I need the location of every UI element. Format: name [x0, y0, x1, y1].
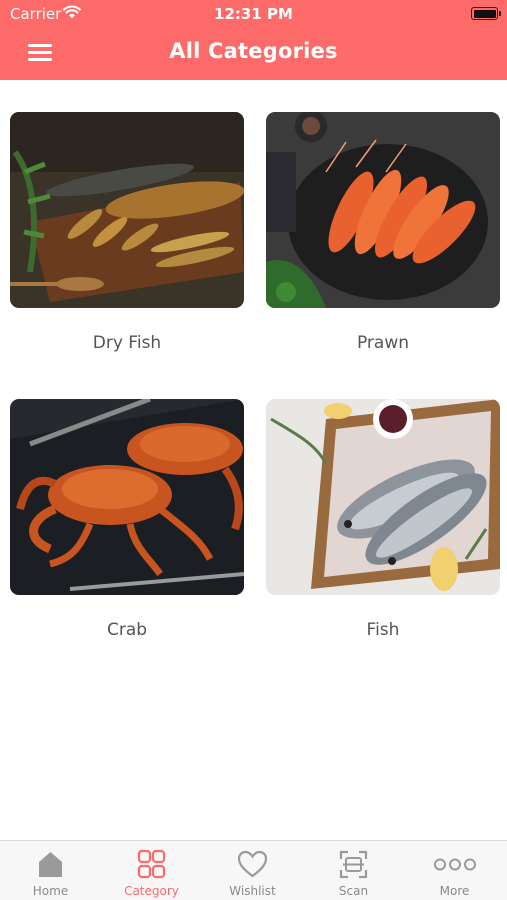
tab-home[interactable]: Home — [0, 841, 101, 900]
category-label: Crab — [106, 620, 148, 640]
nav-bar: All Categories — [0, 28, 507, 80]
bottom-tab-bar: Home Category Wishlist Scan More — [0, 840, 507, 900]
tab-label: Category — [124, 884, 179, 898]
category-card-dry-fish[interactable]: Dry Fish — [10, 112, 244, 362]
home-icon — [35, 849, 66, 880]
prawn-photo — [266, 112, 500, 308]
more-dots-icon — [432, 849, 478, 880]
status-time: 12:31 PM — [214, 5, 293, 23]
category-label: Fish — [366, 620, 400, 640]
tab-category[interactable]: Category — [101, 841, 202, 900]
dry-fish-photo — [10, 112, 244, 308]
battery-icon — [471, 7, 501, 20]
tab-wishlist[interactable]: Wishlist — [202, 841, 303, 900]
app-header: Carrier 12:31 PM All Categories — [0, 0, 507, 80]
fish-photo — [266, 399, 500, 595]
scan-icon — [338, 849, 369, 880]
category-card-fish[interactable]: Fish — [266, 399, 500, 649]
tab-label: More — [439, 884, 470, 898]
category-card-crab[interactable]: Crab — [10, 399, 244, 649]
category-label: Dry Fish — [92, 333, 162, 353]
grid-icon — [136, 849, 167, 880]
category-card-prawn[interactable]: Prawn — [266, 112, 500, 362]
tab-label: Scan — [338, 884, 369, 898]
status-bar: Carrier 12:31 PM — [0, 0, 507, 28]
heart-icon — [237, 849, 268, 880]
category-label: Prawn — [356, 333, 410, 353]
tab-more[interactable]: More — [404, 841, 505, 900]
page-title: All Categories — [169, 39, 338, 63]
tab-label: Wishlist — [229, 884, 276, 898]
tab-label: Home — [32, 884, 69, 898]
tab-scan[interactable]: Scan — [303, 841, 404, 900]
crab-photo — [10, 399, 244, 595]
